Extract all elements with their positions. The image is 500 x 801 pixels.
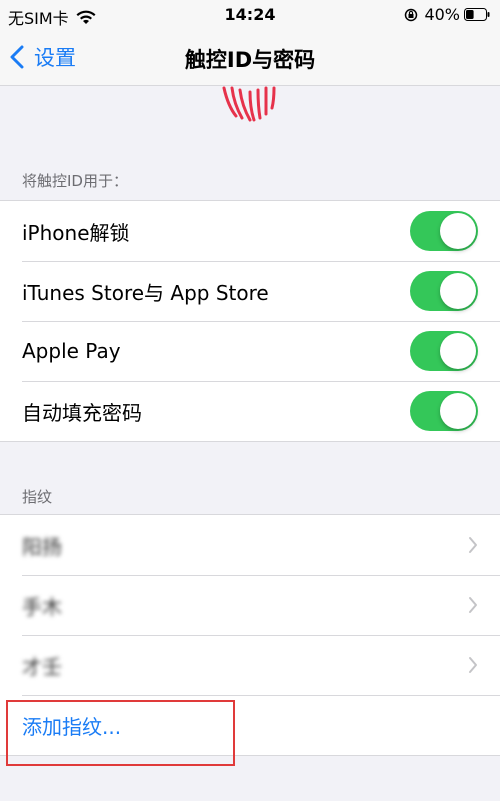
iphone-unlock-toggle[interactable]	[410, 211, 478, 251]
rotation-lock-icon	[405, 8, 418, 21]
apple-pay-toggle[interactable]	[410, 331, 478, 371]
chevron-right-icon	[469, 597, 477, 613]
autofill-passwords-toggle[interactable]	[410, 391, 478, 431]
page-title: 触控ID与密码	[184, 48, 316, 72]
toggle-knob	[440, 273, 476, 309]
fingerprint-icon	[222, 86, 276, 122]
fingerprints-section-header: 指纹	[22, 488, 53, 506]
fingerprint-name: 才壬	[22, 654, 62, 679]
toggle-knob	[440, 333, 476, 369]
row-label: iPhone解锁	[22, 220, 130, 245]
battery-icon	[464, 8, 490, 21]
row-label: Apple Pay	[22, 339, 121, 363]
touch-id-row-stores: iTunes Store与 App Store	[0, 261, 500, 321]
toggle-knob	[440, 213, 476, 249]
touch-id-row-unlock: iPhone解锁	[0, 201, 500, 261]
fingerprint-name: 阳扬	[22, 534, 62, 559]
fingerprint-name: 手木	[22, 594, 62, 619]
fingerprint-item[interactable]: 手木	[0, 575, 500, 635]
battery-percent: 40%	[424, 5, 460, 24]
row-label: iTunes Store与 App Store	[22, 280, 269, 305]
fingerprint-item[interactable]: 才壬	[0, 635, 500, 695]
fingerprint-item[interactable]: 阳扬	[0, 515, 500, 575]
chevron-right-icon	[469, 537, 477, 553]
row-label: 自动填充密码	[22, 400, 142, 425]
touch-id-row-apple-pay: Apple Pay	[0, 321, 500, 381]
status-bar: 无SIM卡 14:24 40%	[0, 0, 500, 30]
touch-id-section-header: 将触控ID用于：	[22, 172, 128, 190]
touch-id-row-autofill: 自动填充密码	[0, 381, 500, 441]
touch-id-group: iPhone解锁 iTunes Store与 App Store Apple P…	[0, 200, 500, 442]
add-fingerprint-label: 添加指纹...	[22, 714, 122, 739]
status-right: 40%	[404, 5, 490, 24]
toggle-knob	[440, 393, 476, 429]
itunes-app-store-toggle[interactable]	[410, 271, 478, 311]
add-fingerprint-button[interactable]: 添加指纹...	[0, 695, 500, 755]
navigation-bar: 设置 触控ID与密码	[0, 30, 500, 86]
fingerprints-group: 阳扬 手木 才壬 添加指纹...	[0, 514, 500, 756]
chevron-right-icon	[469, 657, 477, 673]
